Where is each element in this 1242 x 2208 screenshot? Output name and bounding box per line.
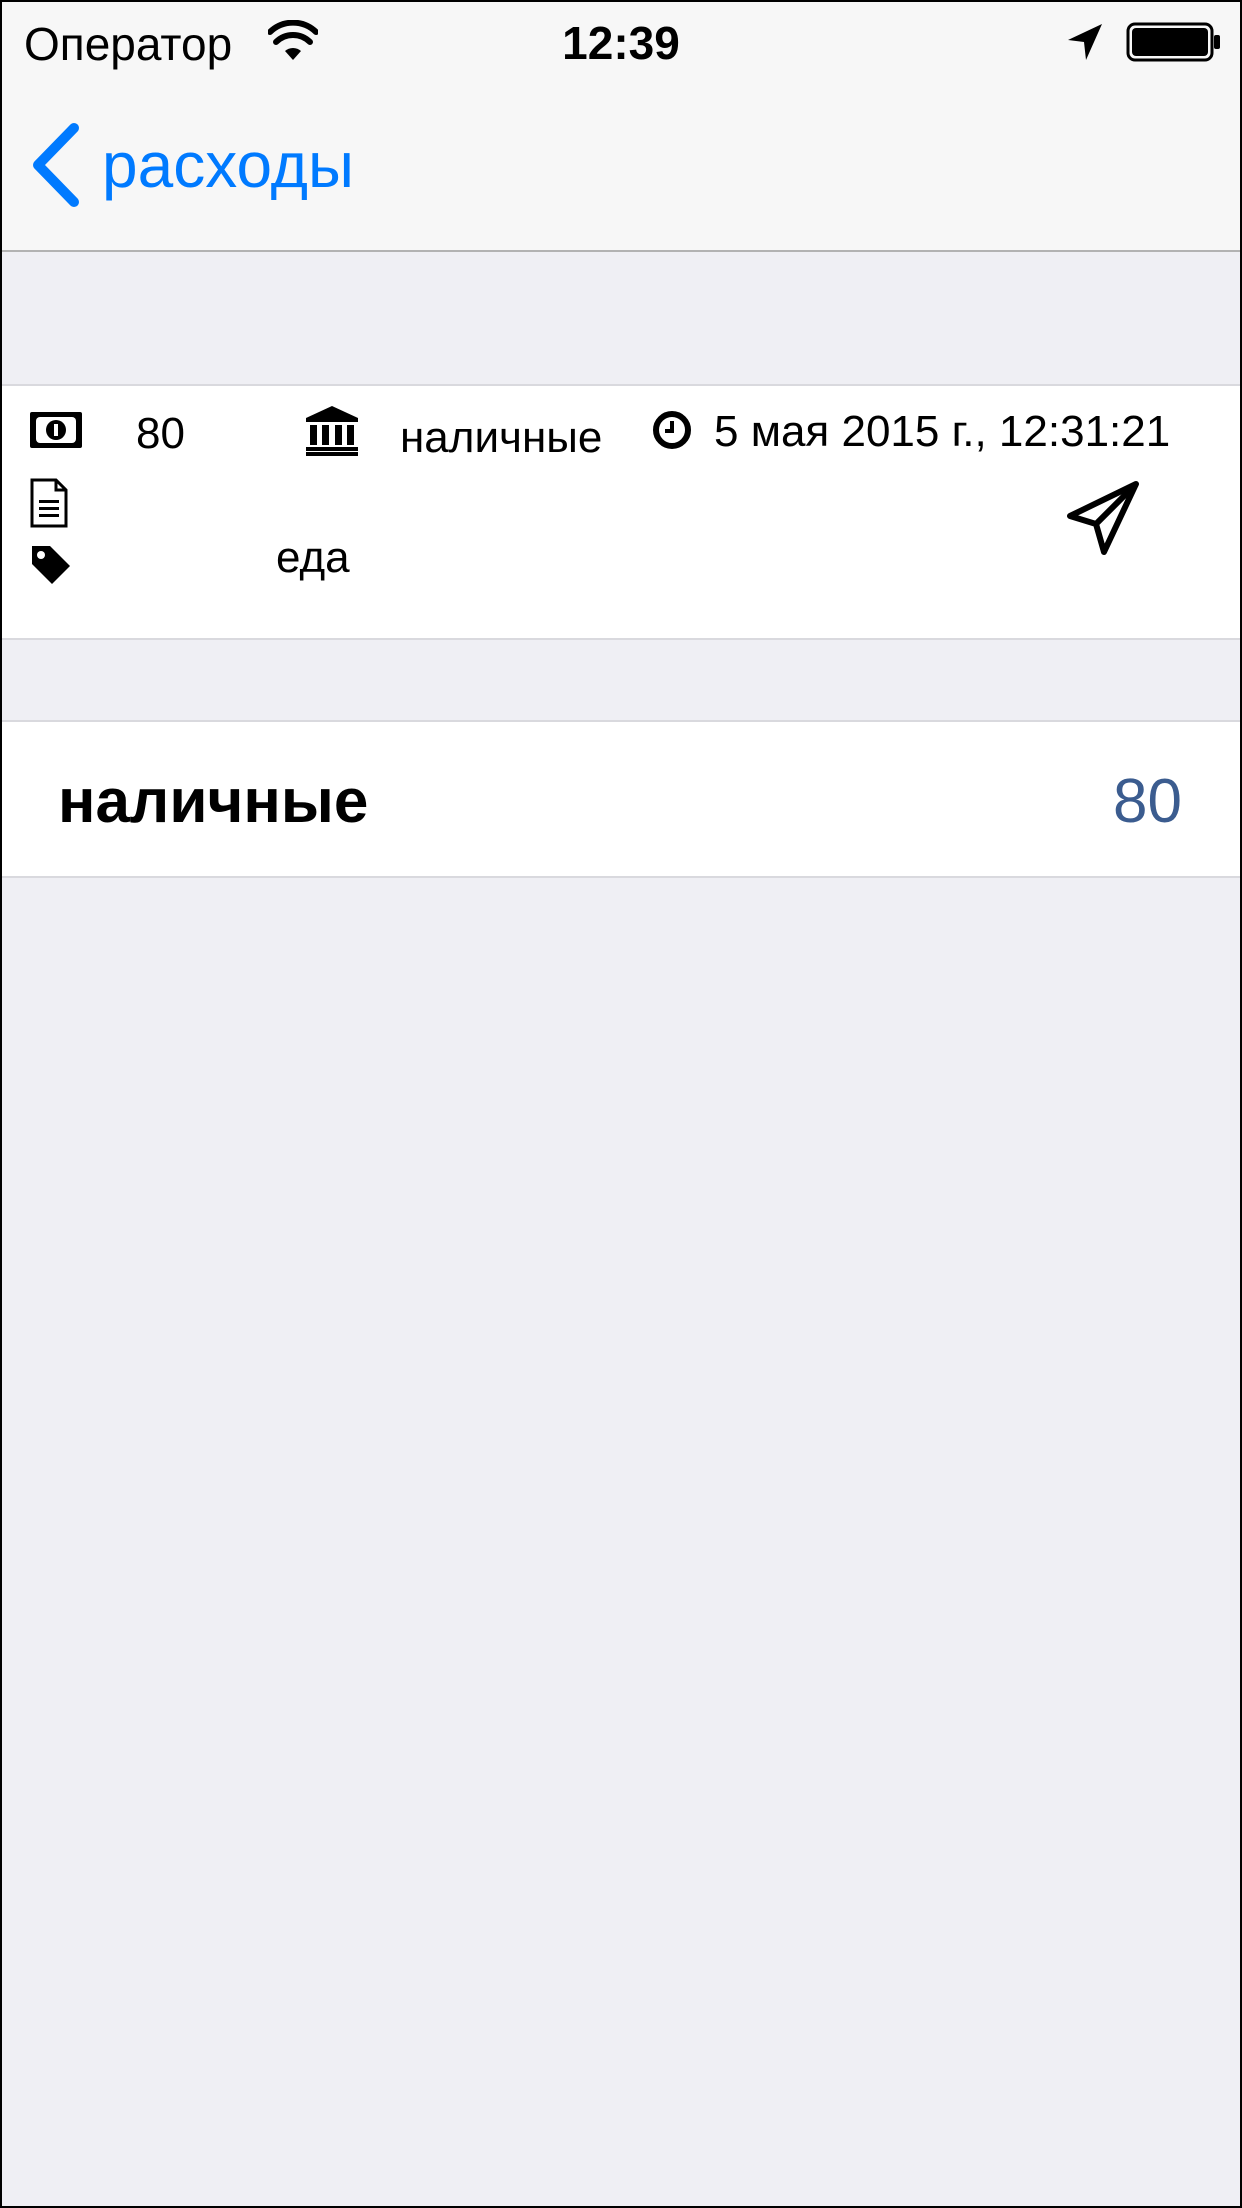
location-arrow-icon: [1068, 24, 1102, 60]
account-summary-row[interactable]: наличные 80: [0, 720, 1242, 878]
back-label: расходы: [102, 129, 354, 201]
summary-account-name: наличные: [58, 767, 369, 836]
send-icon[interactable]: [1066, 480, 1142, 556]
account-value: наличные: [400, 413, 603, 462]
document-icon: [30, 478, 68, 528]
back-button[interactable]: расходы: [28, 120, 354, 210]
status-bar: Оператор 12:39: [0, 0, 1242, 84]
chevron-left-icon: [33, 123, 79, 207]
device-frame: [0, 0, 1242, 2208]
summary-total: 80: [1113, 767, 1182, 836]
clock-icon: [653, 411, 691, 449]
transaction-card[interactable]: 80 наличные 5 мая 2015 г., 12:31:21 еда: [0, 384, 1242, 640]
status-time: 12:39: [562, 17, 680, 69]
tag-icon: [32, 546, 70, 584]
bank-icon: [306, 406, 358, 456]
top-bar: Оператор 12:39 расходы: [0, 0, 1242, 252]
money-icon: [30, 412, 82, 448]
amount-value: 80: [136, 409, 185, 458]
battery-icon: [1126, 22, 1220, 62]
datetime-value: 5 мая 2015 г., 12:31:21: [714, 407, 1171, 456]
category-value: еда: [276, 533, 350, 582]
